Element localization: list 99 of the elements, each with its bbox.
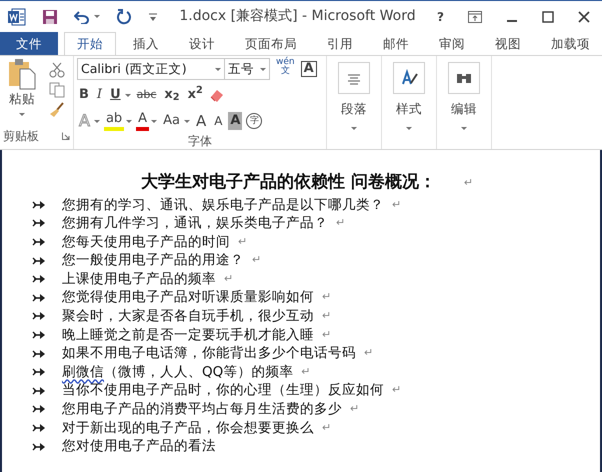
list-item-text: 您拥有几件学习，通讯，娱乐类电子产品？ xyxy=(62,214,328,233)
paragraph-mark: ↵ xyxy=(322,308,332,324)
arrow-bullet-icon xyxy=(32,254,46,267)
ribbon-display-icon[interactable] xyxy=(468,10,482,22)
ribbon-tab[interactable]: 加载项 xyxy=(538,32,602,55)
arrow-bullet-icon xyxy=(32,217,46,230)
document-heading: 大学生对电子产品的依赖性 问卷概况： xyxy=(140,171,437,194)
arrow-bullet-icon xyxy=(32,422,46,434)
paragraph-mark: ↵ xyxy=(322,326,332,343)
redo-icon[interactable] xyxy=(116,8,132,24)
list-item-text: 您每天使用电子产品的时间 xyxy=(62,232,230,252)
group-label: 字体 xyxy=(188,134,212,148)
ribbon-group-button[interactable]: 段落 xyxy=(335,58,373,149)
caret-icon[interactable] xyxy=(124,94,131,96)
list-item-text: 您对使用电子产品的看法 xyxy=(62,437,216,456)
caret-icon[interactable] xyxy=(151,120,158,122)
paragraph-mark: ↵ xyxy=(301,364,310,380)
caret-icon[interactable] xyxy=(184,120,190,122)
phonetic-guide-button[interactable]: wén 文 xyxy=(274,58,297,80)
eraser-icon[interactable] xyxy=(208,87,225,103)
arrow-bullet-icon xyxy=(32,440,46,453)
ribbon-tab[interactable]: 插入 xyxy=(120,32,172,55)
paragraph-mark: ↵ xyxy=(392,196,402,212)
arrow-bullet-icon xyxy=(32,403,46,416)
list-item-text: 您觉得使用电子产品对听课质量影响如何 xyxy=(62,288,314,308)
strikethrough-button[interactable]: abc xyxy=(134,84,158,106)
paintbrush-icon[interactable] xyxy=(49,102,65,118)
paste-button[interactable]: 粘贴 xyxy=(3,58,41,127)
list-item-text: 上课使用电子产品的频率 xyxy=(62,270,216,288)
arrow-bullet-icon xyxy=(32,348,46,360)
list-item-text: 您用电子产品的消费平均占每月生活费的多少 xyxy=(62,400,342,419)
list-item-text: 对于新出现的电子产品，你会想要更换么 xyxy=(62,418,314,438)
color-button[interactable]: A xyxy=(136,111,150,131)
list-item-text: 当你不使用电子产品时，你的心理（生理）反应如何 xyxy=(62,381,384,400)
copy-icon[interactable] xyxy=(49,82,65,98)
paragraph-mark: ↵ xyxy=(392,382,402,398)
list-item-text: 您拥有的学习、通讯、娱乐电子产品是以下哪几类？ xyxy=(62,196,384,214)
paragraph-mark: ↵ xyxy=(336,215,346,232)
paragraph-mark: ↵ xyxy=(364,345,374,362)
arrow-bullet-icon xyxy=(32,198,46,211)
paragraph-mark: ↵ xyxy=(238,234,248,250)
arrow-bullet-icon xyxy=(32,310,46,322)
caret-icon[interactable] xyxy=(126,120,132,122)
customize-toolbar-icon[interactable] xyxy=(148,12,158,22)
arrow-bullet-icon xyxy=(32,384,46,397)
ribbon-group-button[interactable]: 样式 xyxy=(390,58,428,149)
list-item-text: 刷微信（微博，人人、QQ等）的频率 xyxy=(62,362,294,382)
paragraph-mark: ↵ xyxy=(322,420,332,436)
arrow-bullet-icon xyxy=(32,273,46,286)
enclose-character-button[interactable]: 字 xyxy=(246,113,262,129)
list-item-text: 聚会时，大家是否各自玩手机，很少互动 xyxy=(62,307,314,326)
clipboard-icon xyxy=(7,58,37,90)
scissors-icon[interactable] xyxy=(49,62,65,78)
file-tab[interactable]: 文件 xyxy=(0,32,58,55)
paragraph-mark: ↵ xyxy=(252,252,262,268)
caret-icon[interactable] xyxy=(19,112,25,116)
ribbon-tab[interactable]: 开始 xyxy=(64,32,116,55)
underline-button[interactable]: U xyxy=(108,84,123,106)
arrow-bullet-icon xyxy=(32,366,46,378)
ribbon-tab[interactable]: 引用 xyxy=(314,32,366,55)
script-button[interactable]: x$_{2}$ xyxy=(162,84,182,106)
arrow-bullet-icon xyxy=(32,292,46,304)
character-border-button[interactable]: A xyxy=(300,61,317,77)
paragraph-mark: ↵ xyxy=(322,289,332,306)
list-item-text: 如果不用电子电话簿，你能背出多少个电话号码 xyxy=(62,344,356,363)
maximize-icon[interactable] xyxy=(542,10,554,22)
group-label: 剪贴板 xyxy=(3,128,39,145)
font-name-dropdown[interactable]: Calibri (西文正文) xyxy=(77,58,225,80)
character-shading-button[interactable]: A xyxy=(228,112,242,130)
help-button[interactable]: ? xyxy=(437,8,444,26)
paragraph-mark: ↵ xyxy=(464,174,474,190)
ribbon-group-button[interactable]: 编辑 xyxy=(445,58,483,149)
grow-font-button[interactable]: A xyxy=(194,110,208,132)
ribbon-tab[interactable]: 设计 xyxy=(176,32,228,55)
italic-button[interactable]: I xyxy=(94,84,104,106)
list-item-text: 晚上睡觉之前是否一定要玩手机才能入睡 xyxy=(62,326,314,344)
font-size-dropdown[interactable]: 五号 xyxy=(224,58,270,80)
caret-icon[interactable] xyxy=(94,15,100,18)
dialog-launcher-icon[interactable] xyxy=(62,132,70,140)
save-icon[interactable] xyxy=(42,8,58,24)
word-logo-icon[interactable] xyxy=(8,8,26,26)
bold-button[interactable]: B xyxy=(77,84,91,106)
caret-icon[interactable] xyxy=(94,120,100,122)
ribbon-tab[interactable]: 视图 xyxy=(482,32,534,55)
arrow-bullet-icon xyxy=(32,328,46,341)
ribbon-tab[interactable]: 审阅 xyxy=(426,32,478,55)
close-icon[interactable] xyxy=(578,10,590,22)
paragraph-mark: ↵ xyxy=(224,270,234,287)
undo-icon[interactable] xyxy=(74,10,90,24)
color-button[interactable]: ab xyxy=(104,111,124,131)
ribbon-tab[interactable]: 邮件 xyxy=(370,32,422,55)
ribbon-tab[interactable]: 页面布局 xyxy=(232,32,310,55)
shrink-font-button[interactable]: A xyxy=(212,110,224,132)
change-case-button[interactable]: Aa xyxy=(161,110,182,132)
arrow-bullet-icon xyxy=(32,236,46,248)
script-button[interactable]: x$^{2}$ xyxy=(186,84,205,106)
list-item-text: 您一般使用电子产品的用途？ xyxy=(62,251,244,270)
paragraph-mark: ↵ xyxy=(350,401,360,418)
window-title: 1.docx [兼容模式] - Microsoft Word xyxy=(178,7,417,26)
